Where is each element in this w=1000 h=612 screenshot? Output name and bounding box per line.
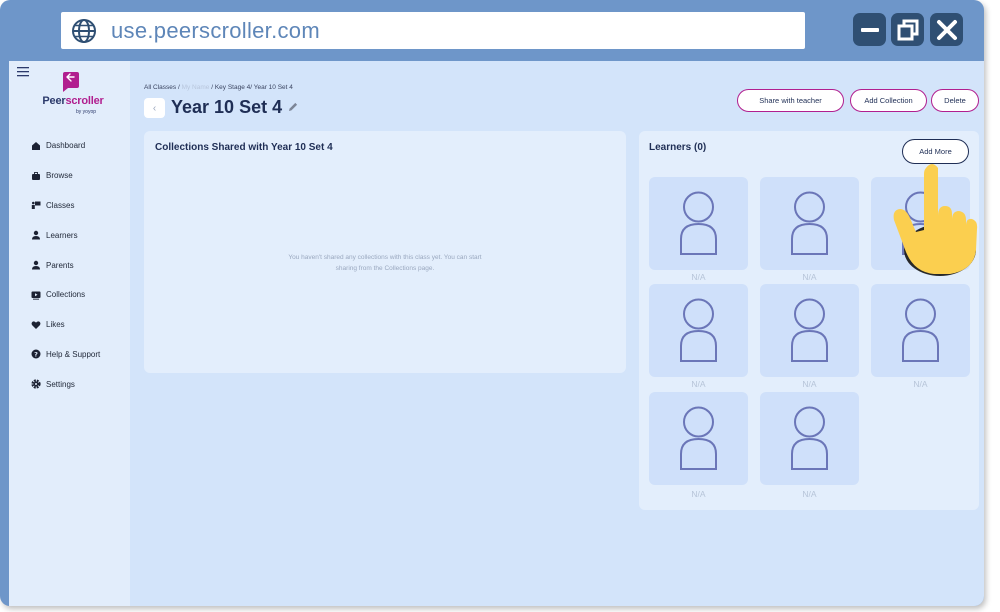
learner-name: N/A [691,489,706,499]
breadcrumb-all-classes[interactable]: All Classes / [144,84,180,91]
person-outline-icon [680,406,717,470]
delete-button[interactable]: Delete [931,89,979,112]
address-bar[interactable]: use.peerscroller.com [61,12,805,49]
learner-card[interactable] [649,177,748,270]
learner-name: N/A [802,489,817,499]
learner-card[interactable] [871,284,970,377]
learner-name: N/A [802,272,817,282]
empty-message-line: sharing from the Collections page. [335,265,435,272]
logo-byline: by yoyop [76,109,97,115]
learner-card[interactable] [649,392,748,485]
sidebar-item-settings[interactable]: Settings [9,369,130,399]
sidebar-item-label: Help & Support [46,349,101,359]
sidebar-item-dashboard[interactable]: Dashboard [9,131,130,161]
sidebar-item-label: Classes [46,200,75,210]
app-area: Peerscroller by yoyop Dashboard Browse C… [9,61,984,606]
gear-icon [31,379,41,389]
sidebar-nav: Dashboard Browse Classes Learners Parent… [9,131,130,399]
person-outline-icon [791,406,828,470]
collections-empty-message: You haven't shared any collections with … [265,252,505,274]
person-icon [32,231,40,240]
app-logo[interactable]: Peerscroller by yoyop [36,71,110,121]
share-with-teacher-button[interactable]: Share with teacher [737,89,844,112]
chevron-left-icon: ‹ [152,102,157,114]
person-outline-icon [791,298,828,362]
sidebar-item-label: Dashboard [46,141,86,151]
sidebar-item-label: Likes [46,320,65,330]
svg-text:?: ? [34,351,38,359]
learner-name: N/A [691,379,706,389]
close-window-button[interactable] [930,13,963,46]
page-title: Year 10 Set 4 [171,97,283,117]
person-outline-icon [902,298,939,362]
hamburger-menu-icon[interactable] [17,67,29,77]
restore-icon [897,19,918,40]
breadcrumb-my-name[interactable]: My Name [182,84,210,91]
collection-icon [31,291,41,300]
logo-wordmark: Peerscroller [42,95,104,107]
logo-mark-icon [63,72,79,92]
briefcase-icon [32,171,40,180]
learners-heading: Learners (0) [649,142,707,153]
heart-icon [31,321,41,329]
breadcrumb: All Classes / My Name / Key Stage 4/ Yea… [144,84,293,91]
minimize-button[interactable] [853,13,886,46]
sidebar-item-collections[interactable]: Collections [9,280,130,310]
sidebar-item-browse[interactable]: Browse [9,161,130,191]
collections-panel: Collections Shared with Year 10 Set 4 Yo… [144,131,626,373]
learner-card[interactable] [760,284,859,377]
empty-message-line: You haven't shared any collections with … [288,254,482,261]
learner-name: N/A [691,272,706,282]
learner-name: N/A [802,379,817,389]
url-text: use.peerscroller.com [111,17,320,43]
pointing-hand-icon [893,164,978,276]
learner-card[interactable] [649,284,748,377]
help-icon: ? [31,349,41,359]
pencil-edit-icon[interactable] [287,101,299,113]
sidebar-item-likes[interactable]: Likes [9,310,130,340]
person-outline-icon [791,191,828,255]
person-outline-icon [680,191,717,255]
restore-button[interactable] [891,13,924,46]
person-icon [32,260,40,270]
collections-heading: Collections Shared with Year 10 Set 4 [155,142,333,153]
minimize-icon [860,27,879,32]
sidebar-item-parents[interactable]: Parents [9,250,130,280]
globe-icon [72,18,96,43]
breadcrumb-current: / Key Stage 4/ Year 10 Set 4 [211,84,293,91]
sidebar-item-label: Settings [46,379,75,389]
back-button[interactable]: ‹ [144,98,165,118]
sidebar-item-label: Parents [46,260,74,270]
close-icon [936,19,957,40]
person-outline-icon [680,298,717,362]
sidebar-item-learners[interactable]: Learners [9,220,130,250]
sidebar-item-label: Collections [46,290,86,300]
home-icon [32,141,40,150]
browser-window: use.peerscroller.com Peerscroller by yoy… [0,0,984,606]
learner-card[interactable] [760,392,859,485]
sidebar-item-classes[interactable]: Classes [9,191,130,221]
sidebar-item-label: Learners [46,230,78,240]
learner-name: N/A [913,379,928,389]
add-collection-button[interactable]: Add Collection [850,89,927,112]
classes-icon [31,201,41,210]
sidebar: Peerscroller by yoyop Dashboard Browse C… [9,61,130,606]
sidebar-item-help-support[interactable]: ? Help & Support [9,340,130,370]
sidebar-item-label: Browse [46,171,73,181]
learner-card[interactable] [760,177,859,270]
